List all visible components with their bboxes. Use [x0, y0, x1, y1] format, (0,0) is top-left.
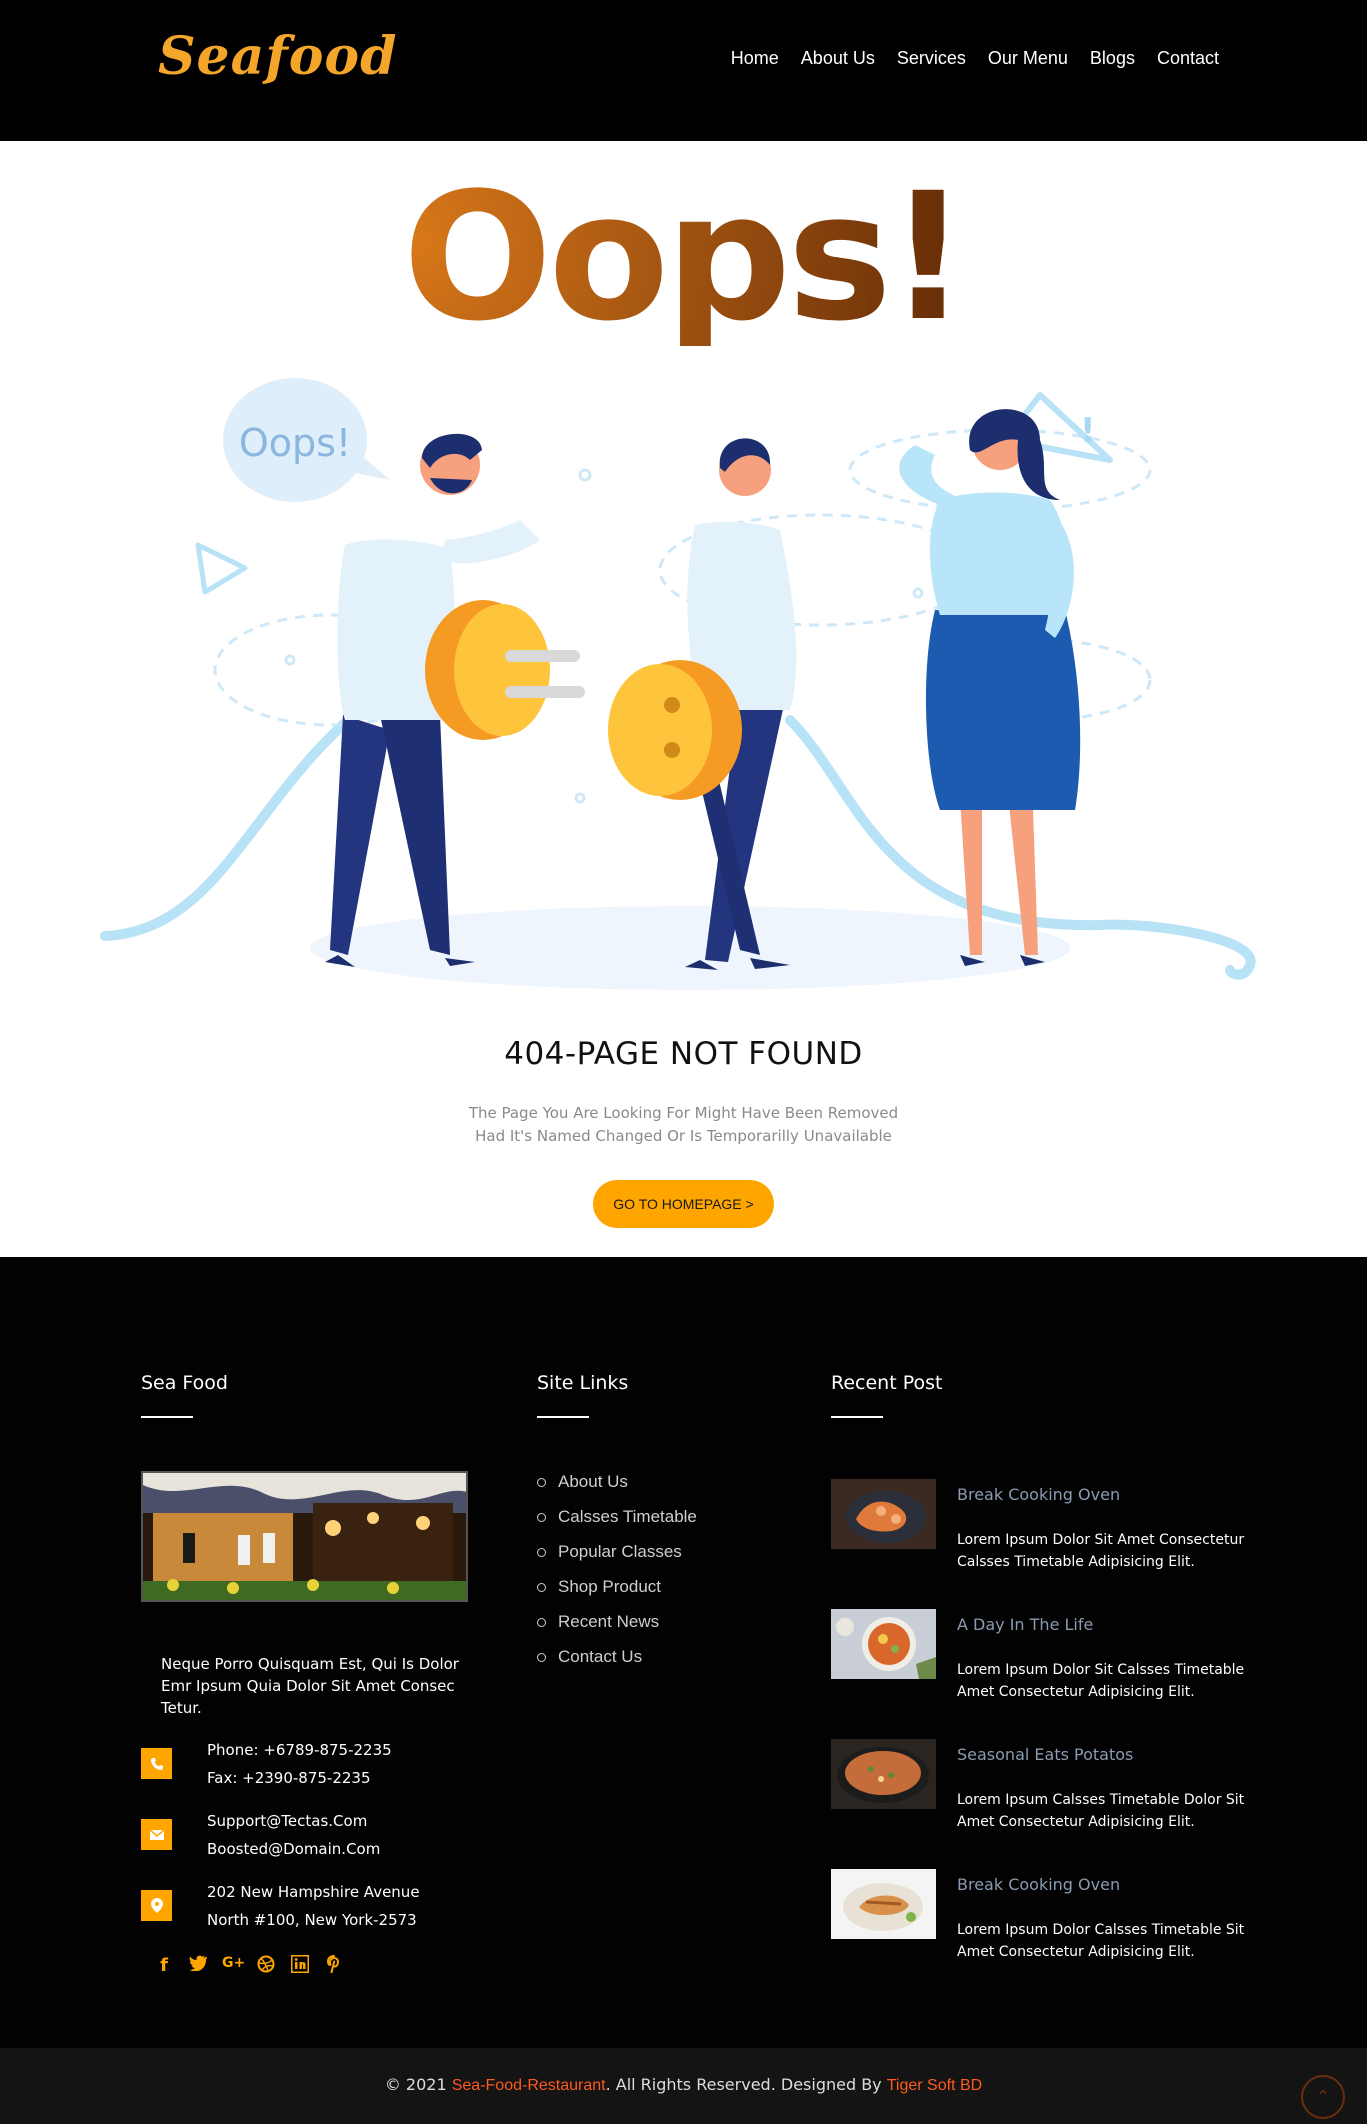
site-link-classes-timetable[interactable]: Calsses Timetable — [537, 1507, 697, 1542]
phone-icon — [141, 1748, 172, 1779]
error-description: The Page You Are Looking For Might Have … — [0, 1102, 1367, 1148]
oops-heading: Oops! — [0, 170, 1367, 346]
dribbble-icon[interactable] — [256, 1955, 276, 1978]
copyright-text: © 2021 Sea-Food-Restaurant. All Rights R… — [0, 2075, 1367, 2095]
main-nav: Home About Us Services Our Menu Blogs Co… — [731, 48, 1219, 69]
recent-post[interactable]: Seasonal Eats Potatos Lorem Ipsum Calsse… — [831, 1739, 1271, 1839]
social-links: f G+ — [154, 1954, 344, 1978]
nav-home[interactable]: Home — [731, 48, 779, 69]
scroll-to-top-button[interactable]: ⌃ — [1301, 2075, 1345, 2119]
double-chevron-up-icon: ⌃ — [1315, 2086, 1331, 2108]
google-plus-icon[interactable]: G+ — [222, 1955, 245, 1978]
recent-post[interactable]: Break Cooking Oven Lorem Ipsum Dolor Cal… — [831, 1869, 1271, 1969]
unplugged-people-illustration: Oops! ! — [100, 378, 1256, 990]
linkedin-icon[interactable] — [290, 1954, 310, 1978]
site-links-list: About Us Calsses Timetable Popular Class… — [537, 1472, 697, 1682]
post-thumbnail[interactable] — [831, 1479, 936, 1549]
recent-post[interactable]: Break Cooking Oven Lorem Ipsum Dolor Sit… — [831, 1479, 1271, 1579]
site-logo[interactable]: Seafood — [158, 26, 397, 87]
nav-blogs[interactable]: Blogs — [1090, 48, 1135, 69]
post-excerpt: Lorem Ipsum Calsses Timetable Dolor Sit … — [957, 1792, 1245, 1830]
error-description-line-2: Had It's Named Changed Or Is Temporarill… — [475, 1127, 892, 1145]
fax-number: Fax: +2390-875-2235 — [207, 1769, 371, 1787]
footer-col-recent-post-title: Recent Post — [831, 1372, 943, 1394]
facebook-icon[interactable]: f — [154, 1955, 174, 1978]
site-link-popular-classes[interactable]: Popular Classes — [537, 1542, 697, 1577]
post-title[interactable]: Break Cooking Oven — [957, 1875, 1120, 1894]
site-link-recent-news[interactable]: Recent News — [537, 1612, 697, 1647]
envelope-icon — [141, 1819, 172, 1850]
nav-about-us[interactable]: About Us — [801, 48, 875, 69]
footer-about-text: Neque Porro Quisquam Est, Qui Is Dolor E… — [161, 1655, 459, 1717]
site-link-shop-product[interactable]: Shop Product — [537, 1577, 697, 1612]
site-link-contact-us[interactable]: Contact Us — [537, 1647, 697, 1682]
phone-number: Phone: +6789-875-2235 — [207, 1741, 392, 1759]
svg-text:Oops!: Oops! — [239, 421, 351, 465]
copyright-middle: . All Rights Reserved. Designed By — [605, 2075, 887, 2094]
pinterest-icon[interactable] — [324, 1955, 344, 1978]
contact-email-text: Support@Tectas.Com Boosted@Domain.Com — [207, 1807, 380, 1863]
copyright-site-link[interactable]: Sea-Food-Restaurant — [452, 2077, 606, 2094]
post-thumbnail[interactable] — [831, 1739, 936, 1809]
footer-col-sea-food-title: Sea Food — [141, 1372, 228, 1394]
restaurant-photo — [141, 1471, 468, 1602]
post-thumbnail[interactable] — [831, 1609, 936, 1679]
contact-phone-text: Phone: +6789-875-2235 Fax: +2390-875-223… — [207, 1736, 392, 1792]
nav-contact[interactable]: Contact — [1157, 48, 1219, 69]
post-excerpt: Lorem Ipsum Dolor Sit Calsses Timetable … — [957, 1662, 1245, 1700]
post-title[interactable]: Seasonal Eats Potatos — [957, 1745, 1133, 1764]
boosted-email[interactable]: Boosted@Domain.Com — [207, 1835, 380, 1863]
svg-text:!: ! — [1080, 411, 1096, 451]
divider — [537, 1416, 589, 1418]
go-to-homepage-button[interactable]: GO TO HOMEPAGE > — [593, 1180, 774, 1228]
designer-link[interactable]: Tiger Soft BD — [887, 2077, 982, 2094]
address-line-1: 202 New Hampshire Avenue — [207, 1883, 420, 1901]
man-holding-socket — [608, 438, 797, 970]
error-description-line-1: The Page You Are Looking For Might Have … — [468, 1104, 899, 1122]
post-excerpt: Lorem Ipsum Dolor Sit Amet Consectetur C… — [957, 1532, 1245, 1570]
divider — [141, 1416, 193, 1418]
address-line-2: North #100, New York-2573 — [207, 1911, 417, 1929]
post-title[interactable]: Break Cooking Oven — [957, 1485, 1120, 1504]
post-excerpt: Lorem Ipsum Dolor Calsses Timetable Sit … — [957, 1922, 1245, 1960]
nav-our-menu[interactable]: Our Menu — [988, 48, 1068, 69]
contact-address-text: 202 New Hampshire Avenue North #100, New… — [207, 1878, 420, 1934]
twitter-icon[interactable] — [188, 1955, 208, 1978]
site-header: Seafood Home About Us Services Our Menu … — [0, 0, 1367, 141]
error-title: 404-PAGE NOT FOUND — [504, 1036, 863, 1072]
support-email[interactable]: Support@Tectas.Com — [207, 1807, 380, 1835]
recent-post[interactable]: A Day In The Life Lorem Ipsum Dolor Sit … — [831, 1609, 1271, 1709]
footer-col-site-links-title: Site Links — [537, 1372, 629, 1394]
post-title[interactable]: A Day In The Life — [957, 1615, 1093, 1634]
man-holding-plug — [325, 433, 585, 967]
divider — [831, 1416, 883, 1418]
site-link-about-us[interactable]: About Us — [537, 1472, 697, 1507]
copyright-prefix: © 2021 — [384, 2075, 452, 2094]
oops-speech-bubble: Oops! — [223, 378, 390, 502]
nav-services[interactable]: Services — [897, 48, 966, 69]
map-pin-icon — [141, 1890, 172, 1921]
post-thumbnail[interactable] — [831, 1869, 936, 1939]
